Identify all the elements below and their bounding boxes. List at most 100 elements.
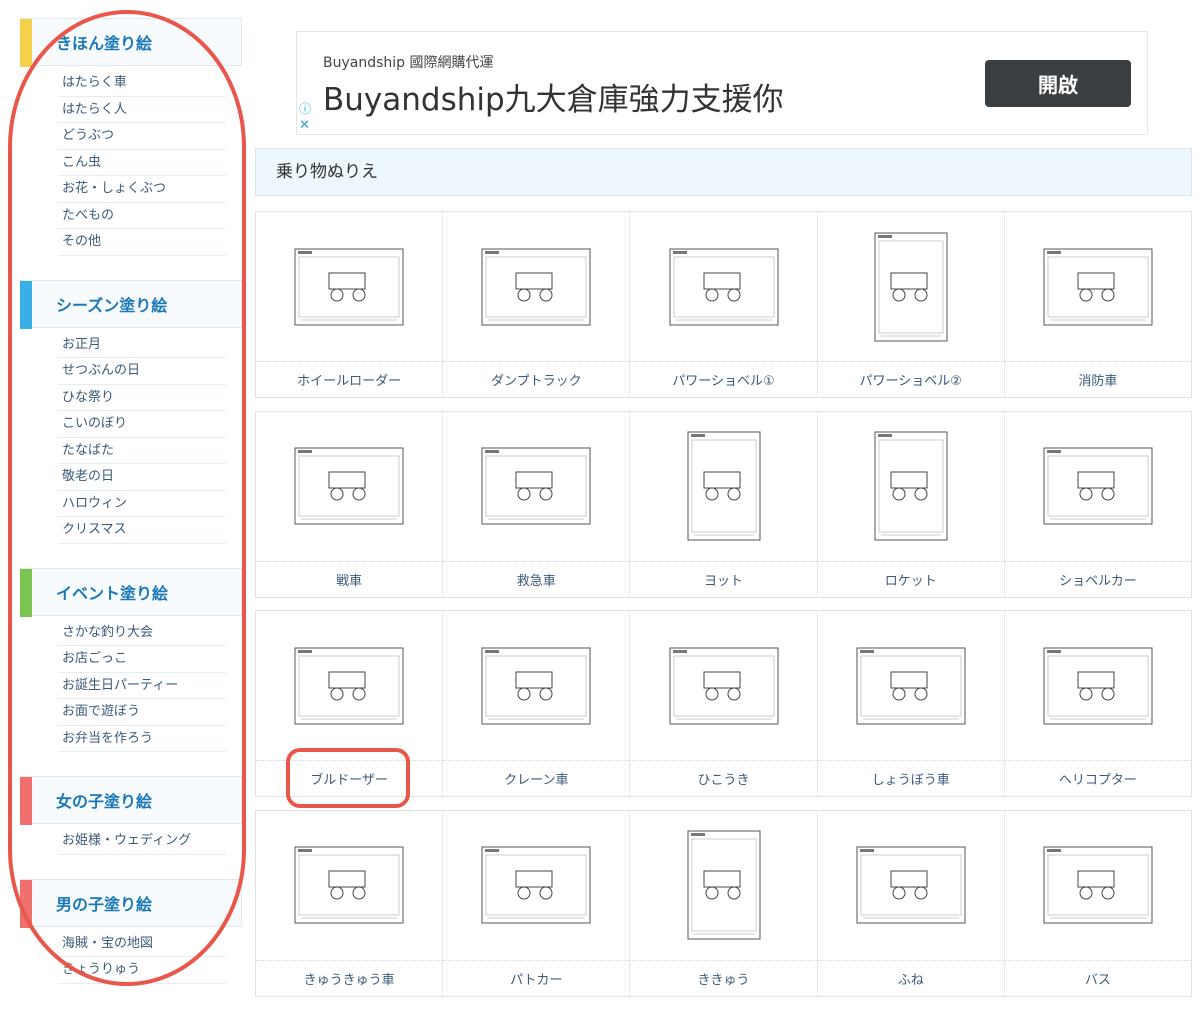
sidebar-item[interactable]: お正月 bbox=[58, 332, 226, 358]
thumbnail-area[interactable] bbox=[817, 611, 1004, 761]
coloring-item[interactable]: 戦車 bbox=[256, 411, 444, 597]
ad-title[interactable]: Buyandship九大倉庫強力支援你 bbox=[323, 74, 784, 119]
sidebar-item[interactable]: こん虫 bbox=[58, 150, 226, 176]
thumbnail-area[interactable] bbox=[256, 811, 443, 961]
coloring-item[interactable]: ホイールローダー bbox=[256, 212, 444, 397]
coloring-thumbnail-icon[interactable] bbox=[686, 430, 762, 542]
sidebar-item[interactable]: 海賊・宝の地図 bbox=[58, 931, 226, 957]
sidebar-item[interactable]: お弁当を作ろう bbox=[58, 726, 226, 752]
thumbnail-area[interactable] bbox=[443, 611, 630, 761]
coloring-item-label[interactable]: クレーン車 bbox=[443, 761, 629, 796]
coloring-thumbnail-icon[interactable] bbox=[293, 247, 405, 327]
coloring-thumbnail-icon[interactable] bbox=[480, 646, 592, 726]
thumbnail-area[interactable] bbox=[630, 811, 817, 961]
sidebar-item[interactable]: ハロウィン bbox=[58, 491, 226, 517]
coloring-item-label[interactable]: ロケット bbox=[818, 562, 1004, 597]
coloring-thumbnail-icon[interactable] bbox=[293, 646, 405, 726]
coloring-item-label[interactable]: ダンプトラック bbox=[443, 362, 629, 397]
coloring-item[interactable]: パワーショベル② bbox=[817, 212, 1005, 397]
sidebar-section-heading[interactable]: 女の子塗り絵 bbox=[20, 776, 242, 825]
coloring-item[interactable]: ブルドーザー bbox=[256, 611, 444, 796]
coloring-thumbnail-icon[interactable] bbox=[855, 646, 967, 726]
coloring-item[interactable]: ふね bbox=[817, 810, 1005, 996]
coloring-thumbnail-icon[interactable] bbox=[855, 845, 967, 925]
coloring-thumbnail-icon[interactable] bbox=[293, 845, 405, 925]
coloring-item[interactable]: パトカー bbox=[443, 810, 631, 996]
thumbnail-area[interactable] bbox=[1004, 811, 1192, 961]
coloring-item-label[interactable]: 救急車 bbox=[443, 562, 629, 597]
coloring-item-label[interactable]: ヘリコプター bbox=[1005, 761, 1191, 796]
sidebar-item[interactable]: お誕生日パーティー bbox=[58, 673, 226, 699]
coloring-thumbnail-icon[interactable] bbox=[1042, 247, 1154, 327]
coloring-item[interactable]: ヨット bbox=[630, 411, 818, 597]
sidebar-item[interactable]: たなばた bbox=[58, 438, 226, 464]
thumbnail-area[interactable] bbox=[1004, 611, 1192, 761]
sidebar-section-heading[interactable]: きほん塗り絵 bbox=[20, 18, 242, 67]
coloring-item-label[interactable]: パワーショベル② bbox=[818, 362, 1004, 397]
thumbnail-area[interactable] bbox=[443, 412, 630, 562]
sidebar-item[interactable]: お花・しょくぶつ bbox=[58, 176, 226, 203]
sidebar-item[interactable]: 敬老の日 bbox=[58, 464, 226, 491]
coloring-item-label[interactable]: 戦車 bbox=[256, 562, 442, 597]
thumbnail-area[interactable] bbox=[443, 811, 630, 961]
coloring-item[interactable]: 消防車 bbox=[1004, 212, 1192, 397]
sidebar-item[interactable]: たべもの bbox=[58, 203, 226, 229]
sidebar-section-heading[interactable]: イベント塗り絵 bbox=[20, 567, 242, 617]
thumbnail-area[interactable] bbox=[1004, 412, 1192, 562]
ad-banner[interactable]: Buyandship 國際網購代運 Buyandship九大倉庫強力支援你 開啟… bbox=[296, 31, 1148, 135]
sidebar-item[interactable]: きょうりゅう bbox=[58, 957, 226, 984]
coloring-item-label[interactable]: しょうぼう車 bbox=[818, 761, 1004, 796]
sidebar-item[interactable]: はたらく車 bbox=[58, 70, 226, 97]
coloring-thumbnail-icon[interactable] bbox=[480, 247, 592, 327]
sidebar-item[interactable]: せつぶんの日 bbox=[58, 358, 226, 385]
coloring-item[interactable]: ひこうき bbox=[630, 611, 818, 796]
sidebar-item[interactable]: どうぶつ bbox=[58, 123, 226, 150]
coloring-item[interactable]: ヘリコプター bbox=[1004, 611, 1192, 796]
coloring-item[interactable]: 救急車 bbox=[443, 411, 631, 597]
coloring-item[interactable]: ダンプトラック bbox=[443, 212, 631, 397]
coloring-thumbnail-icon[interactable] bbox=[873, 231, 949, 343]
sidebar-section-heading[interactable]: シーズン塗り絵 bbox=[20, 279, 242, 329]
coloring-thumbnail-icon[interactable] bbox=[686, 829, 762, 941]
coloring-thumbnail-icon[interactable] bbox=[873, 430, 949, 542]
thumbnail-area[interactable] bbox=[256, 412, 443, 562]
coloring-item[interactable]: バス bbox=[1004, 811, 1192, 996]
thumbnail-area[interactable] bbox=[630, 611, 817, 761]
sidebar-item[interactable]: お姫様・ウェディング bbox=[58, 828, 226, 855]
coloring-item-label[interactable]: パトカー bbox=[443, 961, 629, 996]
sidebar-item[interactable]: ひな祭り bbox=[58, 385, 226, 411]
coloring-thumbnail-icon[interactable] bbox=[668, 646, 780, 726]
coloring-item-label[interactable]: ヨット bbox=[630, 562, 816, 597]
coloring-item[interactable]: パワーショベル① bbox=[630, 212, 818, 397]
sidebar-item[interactable]: クリスマス bbox=[58, 517, 226, 544]
coloring-item[interactable]: ききゅう bbox=[630, 810, 818, 996]
coloring-item-label[interactable]: 消防車 bbox=[1005, 362, 1191, 397]
coloring-item[interactable]: クレーン車 bbox=[443, 611, 631, 796]
sidebar-item[interactable]: お面で遊ぼう bbox=[58, 699, 226, 726]
coloring-item[interactable]: きゅうきゅう車 bbox=[256, 810, 444, 996]
coloring-item[interactable]: ロケット bbox=[817, 411, 1005, 597]
coloring-item-label[interactable]: ホイールローダー bbox=[256, 362, 442, 397]
thumbnail-area[interactable] bbox=[817, 412, 1004, 562]
coloring-thumbnail-icon[interactable] bbox=[480, 845, 592, 925]
coloring-item-label[interactable]: バス bbox=[1005, 961, 1191, 996]
coloring-item[interactable]: しょうぼう車 bbox=[817, 611, 1005, 796]
thumbnail-area[interactable] bbox=[630, 412, 817, 562]
sidebar-item[interactable]: さかな釣り大会 bbox=[58, 620, 226, 646]
thumbnail-area[interactable] bbox=[443, 212, 630, 362]
thumbnail-area[interactable] bbox=[817, 811, 1004, 961]
coloring-thumbnail-icon[interactable] bbox=[1042, 646, 1154, 726]
coloring-thumbnail-icon[interactable] bbox=[1042, 845, 1154, 925]
coloring-thumbnail-icon[interactable] bbox=[293, 446, 405, 526]
sidebar-item[interactable]: はたらく人 bbox=[58, 97, 226, 123]
coloring-item-label[interactable]: パワーショベル① bbox=[630, 362, 816, 397]
coloring-item-label[interactable]: ひこうき bbox=[630, 761, 816, 796]
sidebar-item[interactable]: お店ごっこ bbox=[58, 646, 226, 673]
thumbnail-area[interactable] bbox=[256, 611, 443, 761]
thumbnail-area[interactable] bbox=[1004, 212, 1192, 362]
coloring-item-label[interactable]: ふね bbox=[818, 961, 1004, 996]
coloring-thumbnail-icon[interactable] bbox=[1042, 446, 1154, 526]
ad-info-icon[interactable]: ⓘ bbox=[299, 100, 311, 117]
coloring-item-label[interactable]: ききゅう bbox=[630, 961, 816, 996]
coloring-thumbnail-icon[interactable] bbox=[480, 446, 592, 526]
